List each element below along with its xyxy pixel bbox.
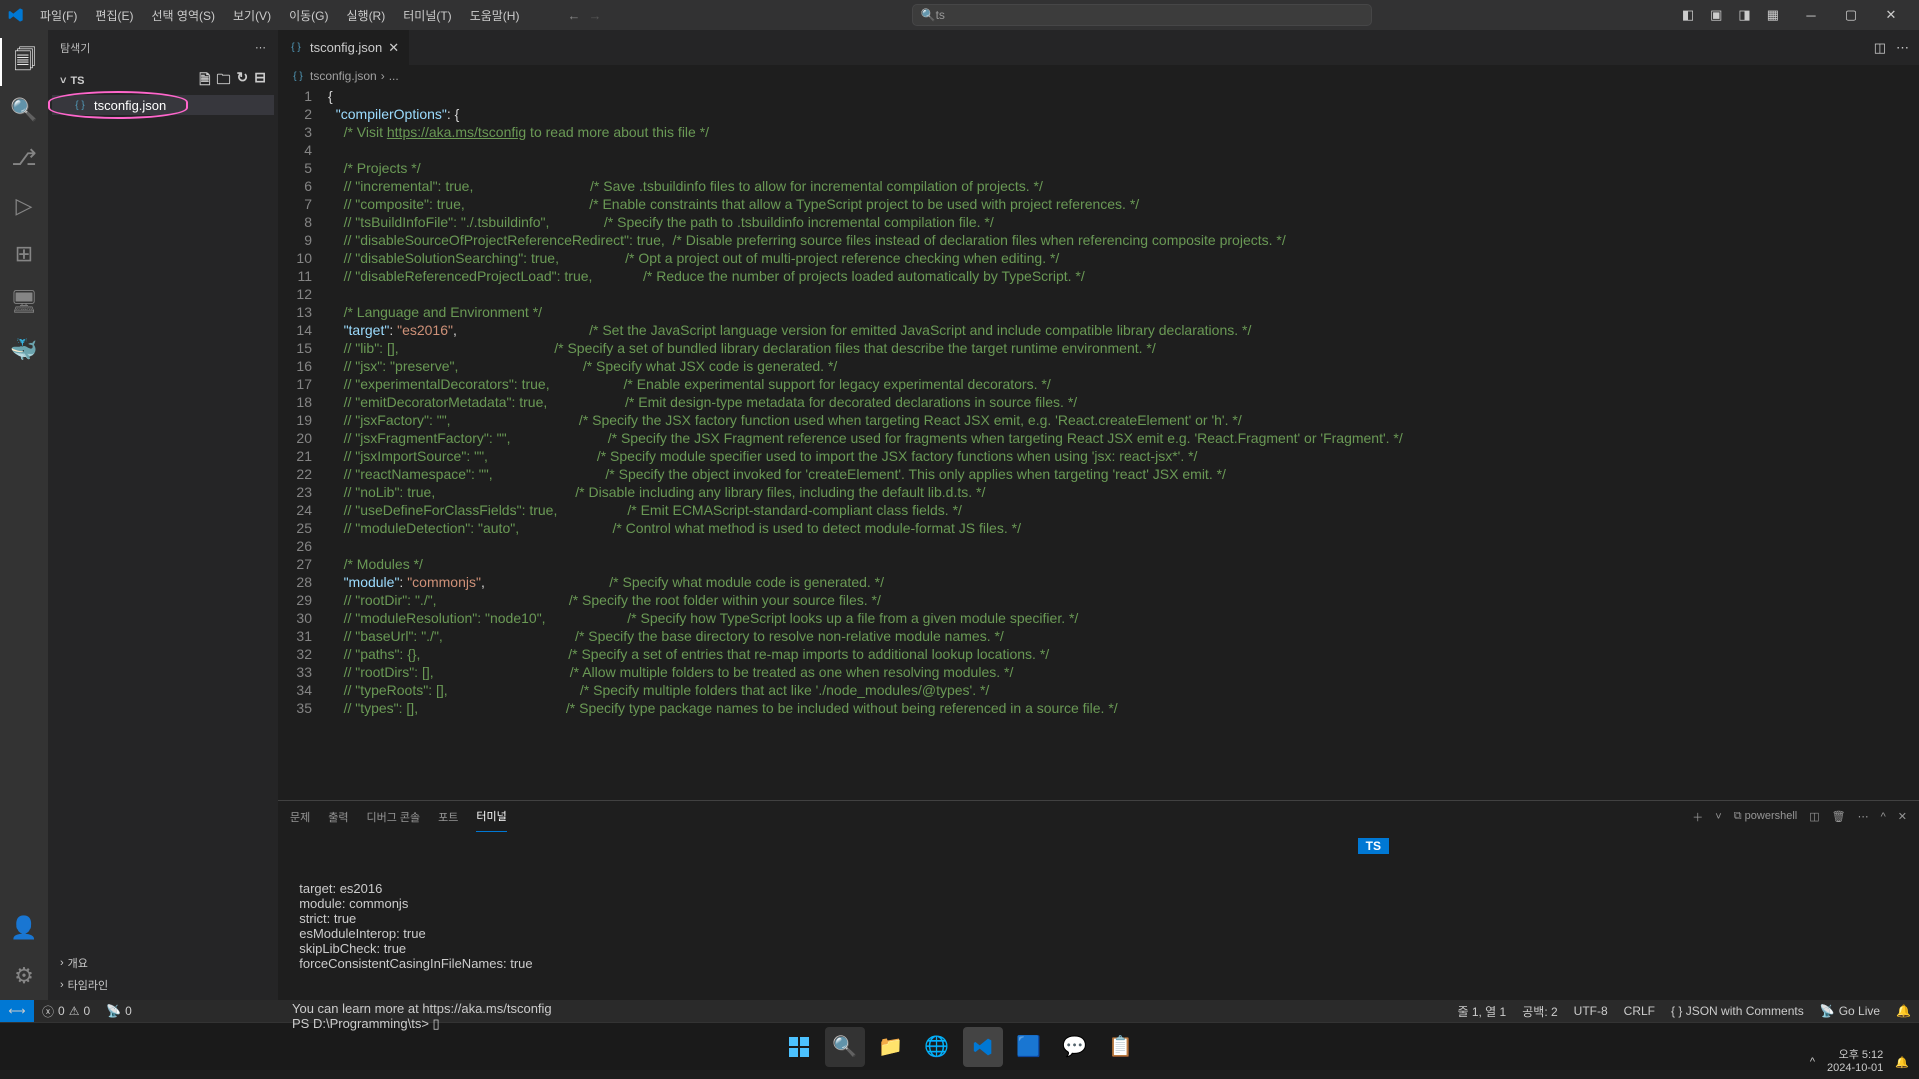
tsconfig-file-icon: { } <box>288 40 304 56</box>
panel-tab-terminal[interactable]: 터미널 <box>476 801 506 832</box>
timeline-label: 타임라인 <box>68 977 108 993</box>
status-ports[interactable]: 📡 0 <box>98 1004 140 1018</box>
menu-run[interactable]: 실행(R) <box>338 3 393 28</box>
panel-close-icon[interactable]: ✕ <box>1898 803 1907 830</box>
layout-toggle-panel-icon[interactable]: ▣ <box>1710 7 1722 23</box>
activity-remote-icon[interactable]: 🖥 <box>0 278 48 326</box>
new-file-icon[interactable]: 🗎 <box>199 69 210 93</box>
status-problems[interactable]: ⓧ 0 ⚠ 0 <box>34 1003 98 1020</box>
remote-button[interactable]: ⟷ <box>0 1000 34 1022</box>
terminal-text: target: es2016 module: commonjs strict: … <box>292 881 1905 1032</box>
terminal-kill-icon[interactable]: 🗑 <box>1832 803 1846 830</box>
layout-customize-icon[interactable]: ▦ <box>1767 7 1779 23</box>
sidebar: 탐색기 ⋯ ˅ TS 🗎 🗀 ↻ ⊟ { } tsconfig.json <box>48 30 278 1000</box>
chevron-right-icon: › <box>381 69 385 83</box>
menu-edit[interactable]: 편집(E) <box>87 3 141 28</box>
terminal-content[interactable]: TS target: es2016 module: commonjs stric… <box>278 832 1919 1066</box>
breadcrumb-file: tsconfig.json <box>310 69 377 83</box>
nav-back-icon[interactable]: ← <box>567 8 580 23</box>
window-maximize-button[interactable]: ▢ <box>1831 0 1871 30</box>
window-minimize-button[interactable]: ─ <box>1791 0 1831 30</box>
activity-docker-icon[interactable]: 🐳 <box>0 326 48 374</box>
menu-file[interactable]: 파일(F) <box>32 3 85 28</box>
tray-chevron-icon[interactable]: ^ <box>1810 1056 1815 1068</box>
clock-time[interactable]: 오후 5:12 <box>1827 1049 1883 1062</box>
activity-scm-icon[interactable]: ⎇ <box>0 134 48 182</box>
code-content[interactable]: { "compilerOptions": { /* Visit https://… <box>328 87 1919 800</box>
title-bar: 파일(F) 편집(E) 선택 영역(S) 보기(V) 이동(G) 실행(R) 터… <box>0 0 1919 30</box>
tsconfig-file-icon: { } <box>72 97 88 113</box>
chevron-right-icon: › <box>60 979 64 991</box>
panel-tab-ports[interactable]: 포트 <box>438 802 458 832</box>
file-name: tsconfig.json <box>94 98 166 113</box>
bottom-panel: 문제 출력 디버그 콘솔 포트 터미널 ＋ ˅ ⧉ powershell ◫ 🗑… <box>278 800 1919 1000</box>
window-close-button[interactable]: ✕ <box>1871 0 1911 30</box>
split-editor-icon[interactable]: ◫ <box>1874 40 1886 56</box>
line-gutter: 1234567891011121314151617181920212223242… <box>278 87 328 800</box>
clock-date[interactable]: 2024-10-01 <box>1827 1062 1883 1075</box>
tab-label: tsconfig.json <box>310 40 382 55</box>
breadcrumb[interactable]: { } tsconfig.json › ... <box>278 65 1919 87</box>
terminal-dropdown-icon[interactable]: ˅ <box>1715 804 1721 830</box>
chevron-down-icon: ˅ <box>60 75 66 87</box>
activity-settings-icon[interactable]: ⚙ <box>0 952 48 1000</box>
tab-tsconfig[interactable]: { } tsconfig.json ✕ <box>278 30 410 65</box>
panel-maximize-icon[interactable]: ^ <box>1881 804 1886 830</box>
outline-label: 개요 <box>68 955 88 971</box>
tab-close-button[interactable]: ✕ <box>388 40 399 56</box>
command-center-search[interactable]: 🔍 ts <box>912 4 1372 26</box>
collapse-icon[interactable]: ⊟ <box>254 69 266 93</box>
activity-search-icon[interactable]: 🔍 <box>0 86 48 134</box>
code-editor[interactable]: 1234567891011121314151617181920212223242… <box>278 87 1919 800</box>
outline-header[interactable]: › 개요 <box>56 952 270 974</box>
sidebar-title: 탐색기 <box>60 40 90 56</box>
terminal-new-icon[interactable]: ＋ <box>1692 802 1703 832</box>
panel-more-icon[interactable]: ⋯ <box>1858 803 1869 830</box>
search-text: ts <box>936 8 945 22</box>
activity-bar: 🗐 🔍 ⎇ ▷ ⊞ 🖥 🐳 👤 ⚙ <box>0 30 48 1000</box>
menu-go[interactable]: 이동(G) <box>281 3 336 28</box>
nav-forward-icon[interactable]: → <box>588 8 601 23</box>
folder-name: TS <box>70 75 84 87</box>
timeline-header[interactable]: › 타임라인 <box>56 974 270 996</box>
search-icon: 🔍 <box>921 8 936 22</box>
panel-tab-output[interactable]: 출력 <box>328 802 348 832</box>
file-tsconfig[interactable]: { } tsconfig.json <box>52 95 274 115</box>
sidebar-more-icon[interactable]: ⋯ <box>255 41 266 54</box>
ts-badge: TS <box>1358 838 1389 854</box>
panel-tab-problems[interactable]: 문제 <box>290 802 310 832</box>
refresh-icon[interactable]: ↻ <box>237 69 249 93</box>
vscode-logo-icon <box>8 7 24 23</box>
panel-tab-debug[interactable]: 디버그 콘솔 <box>367 802 421 832</box>
menu-view[interactable]: 보기(V) <box>225 3 279 28</box>
tray-notification-icon[interactable]: 🔔 <box>1895 1056 1909 1069</box>
activity-extensions-icon[interactable]: ⊞ <box>0 230 48 278</box>
menu-bar: 파일(F) 편집(E) 선택 영역(S) 보기(V) 이동(G) 실행(R) 터… <box>32 3 527 28</box>
explorer-folder-header[interactable]: ˅ TS 🗎 🗀 ↻ ⊟ <box>52 67 274 95</box>
tab-more-icon[interactable]: ⋯ <box>1896 40 1909 56</box>
menu-selection[interactable]: 선택 영역(S) <box>143 3 223 28</box>
menu-help[interactable]: 도움말(H) <box>462 3 528 28</box>
breadcrumb-more: ... <box>389 69 399 83</box>
editor-tabs: { } tsconfig.json ✕ ◫ ⋯ <box>278 30 1919 65</box>
terminal-split-icon[interactable]: ◫ <box>1809 803 1819 830</box>
layout-toggle-left-icon[interactable]: ◧ <box>1682 7 1694 23</box>
new-folder-icon[interactable]: 🗀 <box>217 69 231 93</box>
activity-explorer-icon[interactable]: 🗐 <box>0 38 48 86</box>
activity-account-icon[interactable]: 👤 <box>0 904 48 952</box>
tsconfig-file-icon: { } <box>290 68 306 84</box>
chevron-right-icon: › <box>60 957 64 969</box>
menu-terminal[interactable]: 터미널(T) <box>395 3 459 28</box>
layout-toggle-right-icon[interactable]: ◨ <box>1738 7 1750 23</box>
activity-debug-icon[interactable]: ▷ <box>0 182 48 230</box>
terminal-shell-label[interactable]: ⧉ powershell <box>1734 803 1798 830</box>
